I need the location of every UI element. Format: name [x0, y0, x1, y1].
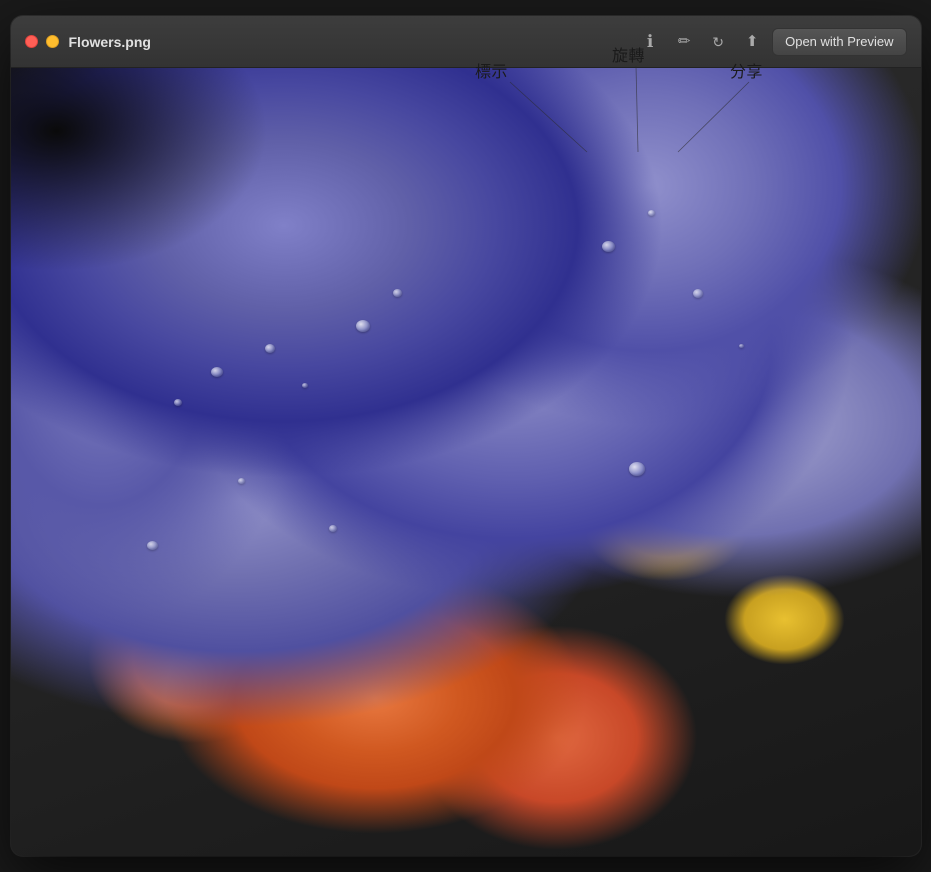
rotate-annotation-label: 旋轉 — [612, 42, 645, 66]
markup-annotation-label: 標示 — [475, 58, 508, 82]
share-annotation-label: 分享 — [730, 58, 763, 82]
app-window: Flowers.png ℹ︎ ✏ ↻ ⬆ Open w — [0, 0, 931, 872]
annotation-overlay — [0, 0, 931, 872]
